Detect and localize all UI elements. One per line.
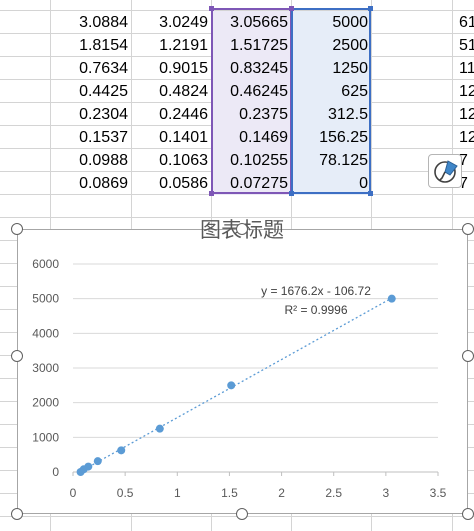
data-point [93,457,102,466]
x-tick-label: 1.5 [221,486,238,500]
x-tick-label: 0 [70,486,77,500]
y-tick-label: 3000 [32,361,59,375]
chart-resize-handle[interactable] [236,223,248,235]
table-cell[interactable]: 51 [452,34,474,57]
chart-resize-handle[interactable] [462,508,474,520]
data-point [387,294,396,303]
x-tick-label: 2.5 [325,486,342,500]
chart-resize-handle[interactable] [11,508,23,520]
y-tick-label: 4000 [32,326,59,340]
y-tick-label: 6000 [32,257,59,271]
chart-resize-handle[interactable] [462,350,474,362]
table-cell[interactable]: 12 [452,103,474,126]
y-tick-label: 1000 [32,430,59,444]
x-tick-label: 3.5 [430,486,447,500]
y-tick-label: 2000 [32,396,59,410]
table-cell[interactable]: 12 [452,80,474,103]
y-tick-label: 0 [52,465,59,479]
table-cell[interactable]: 12 [452,126,474,149]
data-point [227,381,236,390]
x-tick-label: 2 [278,486,285,500]
y-tick-label: 5000 [32,292,59,306]
trendline [80,297,393,473]
table-cell[interactable]: 61 [452,11,474,34]
x-tick-label: 0.5 [117,486,134,500]
trendline-r-squared: R² = 0.9996 [284,303,347,317]
x-tick-label: 1 [174,486,181,500]
chart-resize-handle[interactable] [462,223,474,235]
trendline-equation: y = 1676.2x - 106.72 [261,284,371,298]
scatter-chart[interactable]: 0 1000 2000 3000 4000 5000 6000 0 0.5 1 1.5 2 2.5 3 3.… [17,229,468,514]
chart-resize-handle[interactable] [11,223,23,235]
data-point [76,468,85,476]
chart-resize-handle[interactable] [236,508,248,520]
x-tick-label: 3 [383,486,390,500]
data-point [155,424,164,433]
table-cell[interactable]: 11 [452,57,474,80]
chart-resize-handle[interactable] [11,350,23,362]
data-point [117,446,126,455]
